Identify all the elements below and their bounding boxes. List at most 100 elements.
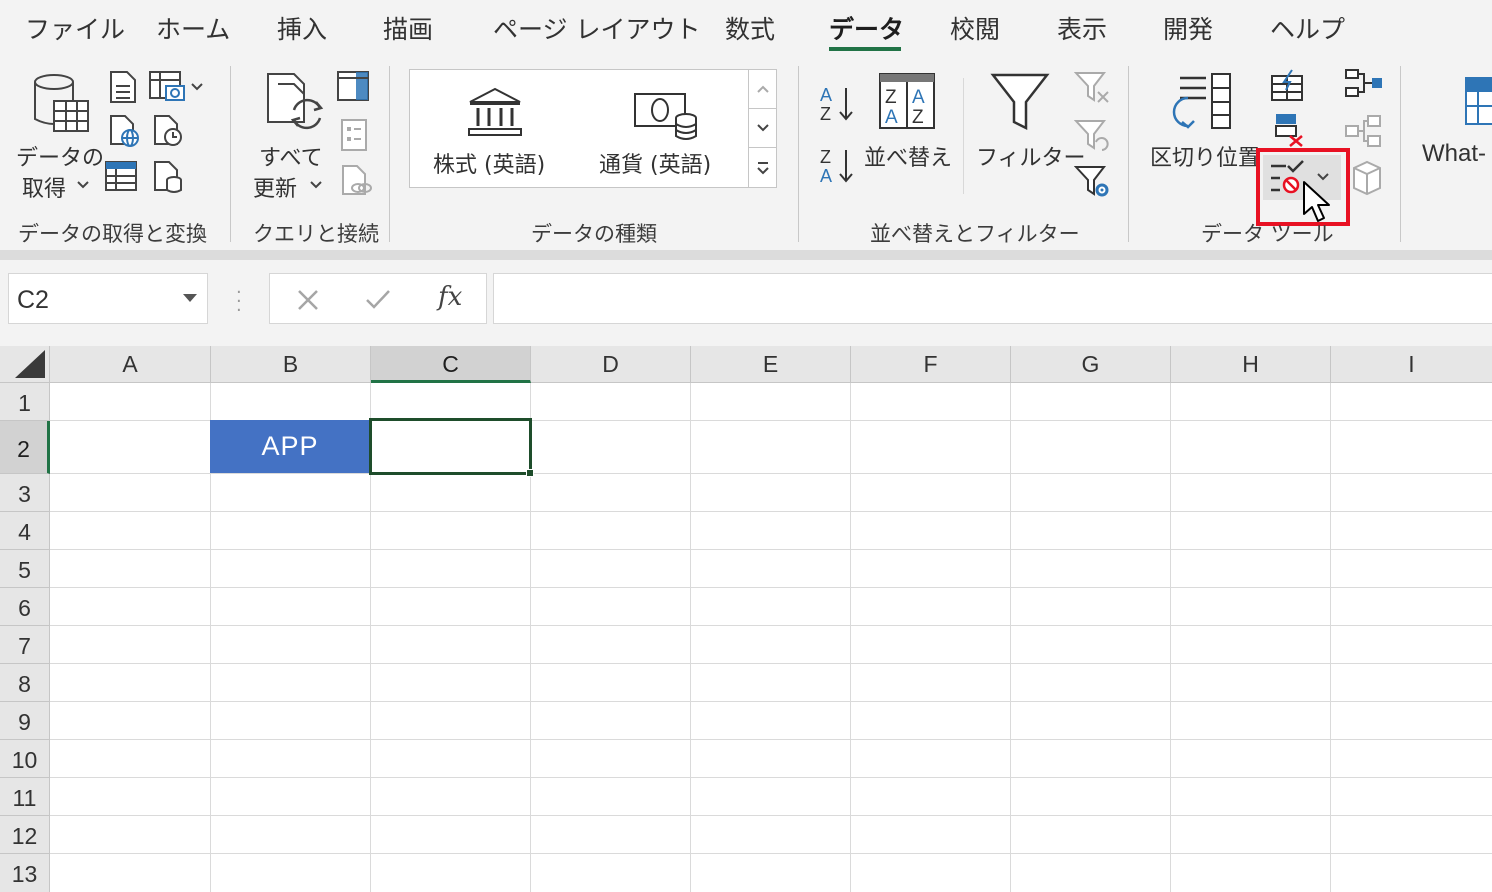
cancel-icon[interactable]: [296, 288, 320, 312]
column-header-f[interactable]: F: [851, 346, 1011, 383]
from-text-icon[interactable]: [108, 70, 138, 104]
group-separator: [798, 66, 799, 242]
column-header-b[interactable]: B: [211, 346, 371, 383]
tab-review[interactable]: 校閲: [950, 10, 1000, 46]
from-web-icon[interactable]: [108, 114, 140, 148]
gridline: [50, 701, 1492, 702]
refresh-all-icon[interactable]: [264, 72, 326, 136]
refresh-all-label-2[interactable]: 更新: [253, 171, 297, 203]
tab-insert[interactable]: 挿入: [277, 10, 327, 46]
column-header-i[interactable]: I: [1331, 346, 1492, 383]
queries-connections-icon[interactable]: [336, 70, 370, 102]
gridline: [50, 739, 1492, 740]
get-data-label-1[interactable]: データの: [16, 140, 104, 172]
currencies-label[interactable]: 通貨 (英語): [599, 147, 711, 179]
consolidate-icon[interactable]: [1344, 68, 1384, 100]
advanced-filter-icon[interactable]: [1074, 164, 1112, 200]
get-data-label-2[interactable]: 取得: [22, 171, 66, 203]
mouse-pointer-icon: [1303, 181, 1330, 222]
column-header-g[interactable]: G: [1011, 346, 1171, 383]
row-header-12[interactable]: 12: [0, 816, 50, 854]
edit-links-icon: [342, 165, 372, 195]
from-picture-icon[interactable]: [148, 70, 186, 104]
gridline: [50, 587, 1492, 588]
tab-file[interactable]: ファイル: [25, 10, 125, 46]
tab-view[interactable]: 表示: [1057, 10, 1107, 46]
row-header-4[interactable]: 4: [0, 512, 50, 550]
row-header-7[interactable]: 7: [0, 626, 50, 664]
gridline: [50, 853, 1492, 854]
row-header-13[interactable]: 13: [0, 854, 50, 892]
get-data-icon[interactable]: [30, 73, 92, 135]
chevron-down-icon[interactable]: [76, 180, 90, 190]
name-box-dropdown-icon[interactable]: [183, 294, 197, 302]
svg-text:Z: Z: [912, 107, 924, 128]
tab-home[interactable]: ホーム: [156, 10, 230, 46]
column-header-e[interactable]: E: [691, 346, 851, 383]
fill-handle[interactable]: [526, 469, 534, 477]
svg-text:A: A: [820, 166, 832, 186]
stocks-label[interactable]: 株式 (英語): [433, 147, 545, 179]
column-header-h[interactable]: H: [1171, 346, 1331, 383]
cell-b2[interactable]: APP: [210, 420, 370, 473]
filter-icon[interactable]: [990, 72, 1050, 132]
tab-help[interactable]: ヘルプ: [1270, 10, 1345, 46]
column-header-d[interactable]: D: [531, 346, 691, 383]
sort-label[interactable]: 並べ替え: [864, 140, 952, 172]
refresh-all-label-1[interactable]: すべて: [259, 140, 323, 172]
column-header-a[interactable]: A: [50, 346, 211, 383]
recent-sources-icon[interactable]: [152, 114, 184, 148]
tab-formulas[interactable]: 数式: [725, 10, 775, 46]
clear-filter-icon: [1074, 72, 1109, 103]
select-all-button[interactable]: [0, 346, 50, 383]
bank-icon[interactable]: [466, 86, 524, 138]
enter-icon[interactable]: [364, 288, 392, 312]
tab-developer[interactable]: 開発: [1163, 10, 1213, 46]
row-header-5[interactable]: 5: [0, 550, 50, 588]
row-header-3[interactable]: 3: [0, 474, 50, 512]
cell-c2-selected[interactable]: [369, 418, 532, 475]
name-box[interactable]: C2: [8, 273, 208, 324]
chevron-down-icon[interactable]: [309, 180, 323, 190]
gridline: [50, 815, 1492, 816]
gridline: [50, 625, 1492, 626]
currency-icon[interactable]: [632, 90, 700, 144]
text-to-columns-icon[interactable]: [1168, 72, 1236, 134]
text-to-columns-label[interactable]: 区切り位置: [1150, 140, 1260, 172]
tab-draw[interactable]: 描画: [383, 10, 433, 46]
insert-function-icon[interactable]: fx: [438, 282, 462, 312]
column-header-c[interactable]: C: [371, 346, 531, 383]
active-tab-indicator: [829, 47, 901, 51]
what-if-label[interactable]: What-: [1422, 140, 1486, 168]
formula-bar-grip[interactable]: · · ·: [236, 284, 242, 320]
row-header-2[interactable]: 2: [0, 421, 50, 474]
row-header-6[interactable]: 6: [0, 588, 50, 626]
group-label-data-types: データの種類: [531, 222, 657, 246]
row-header-11[interactable]: 11: [0, 778, 50, 816]
properties-icon: [341, 119, 367, 151]
sort-az-icon[interactable]: A Z: [818, 84, 858, 124]
row-header-1[interactable]: 1: [0, 383, 50, 421]
remove-duplicates-icon[interactable]: [1272, 112, 1306, 148]
row-header-10[interactable]: 10: [0, 740, 50, 778]
from-table-icon[interactable]: [104, 160, 138, 192]
formula-input[interactable]: [493, 273, 1492, 324]
gallery-more-icon: [757, 162, 769, 175]
gallery-scroll-up[interactable]: [749, 70, 776, 109]
chevron-down-icon[interactable]: [190, 82, 204, 92]
tab-page-layout[interactable]: ページ レイアウト: [493, 10, 700, 46]
existing-connections-icon[interactable]: [152, 160, 184, 194]
sort-dialog-icon[interactable]: Z A A Z: [878, 72, 936, 130]
data-types-gallery: 株式 (英語) 通貨 (英語): [409, 69, 749, 188]
row-header-9[interactable]: 9: [0, 702, 50, 740]
filter-label[interactable]: フィルター: [976, 140, 1086, 172]
tab-data[interactable]: データ: [829, 10, 904, 46]
gallery-scroll-down[interactable]: [749, 109, 776, 148]
sort-za-icon[interactable]: Z A: [818, 146, 858, 186]
what-if-analysis-icon[interactable]: [1464, 76, 1492, 128]
gallery-expand[interactable]: [749, 148, 776, 187]
group-separator: [230, 66, 231, 242]
group-label-get-transform: データの取得と変換: [18, 222, 207, 246]
row-header-8[interactable]: 8: [0, 664, 50, 702]
flash-fill-icon[interactable]: [1270, 68, 1306, 102]
